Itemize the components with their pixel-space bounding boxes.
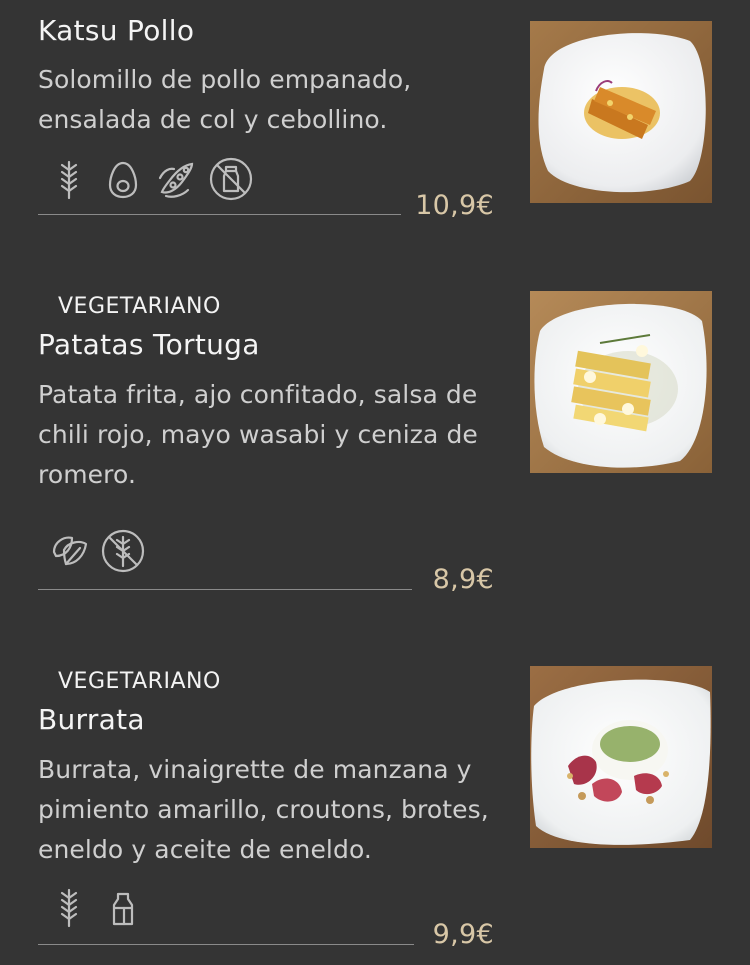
- price-divider: [38, 944, 414, 945]
- egg-icon: [100, 156, 146, 202]
- dish-description: Burrata, vinaigrette de manzana y pimien…: [38, 755, 489, 864]
- dish-description: Solomillo de pollo empanado, ensalada de…: [38, 65, 412, 134]
- no-lactose-icon: [208, 156, 254, 202]
- dish-title: Patatas Tortuga: [38, 328, 260, 361]
- vegan-leaf-icon: [46, 528, 92, 574]
- gluten-free-icon: [100, 528, 146, 574]
- dish-description: Patata frita, ajo confitado, salsa de ch…: [38, 380, 478, 489]
- dish-photo[interactable]: [530, 666, 712, 848]
- dish-price: 10,9€: [415, 190, 494, 221]
- dish-title: Katsu Pollo: [38, 14, 195, 47]
- allergen-icons: [46, 528, 146, 574]
- menu-item-patatas-tortuga[interactable]: VEGETARIANO Patatas Tortuga Patata frita…: [0, 280, 750, 610]
- dish-photo[interactable]: [530, 291, 712, 473]
- gluten-icon: [46, 156, 92, 202]
- vegetarian-tag: VEGETARIANO: [58, 294, 221, 319]
- dish-price: 8,9€: [432, 564, 494, 595]
- dish-photo[interactable]: [530, 21, 712, 203]
- menu-item-katsu-pollo[interactable]: Katsu Pollo Solomillo de pollo empanado,…: [0, 0, 750, 240]
- milk-icon: [100, 884, 146, 930]
- soy-icon: [154, 156, 200, 202]
- gluten-icon: [46, 884, 92, 930]
- price-divider: [38, 589, 412, 590]
- vegetarian-tag: VEGETARIANO: [58, 669, 221, 694]
- price-divider: [38, 214, 401, 215]
- dish-price: 9,9€: [432, 919, 494, 950]
- allergen-icons: [46, 156, 254, 202]
- dish-title: Burrata: [38, 703, 145, 736]
- menu-item-burrata[interactable]: VEGETARIANO Burrata Burrata, vinaigrette…: [0, 655, 750, 965]
- allergen-icons: [46, 884, 146, 930]
